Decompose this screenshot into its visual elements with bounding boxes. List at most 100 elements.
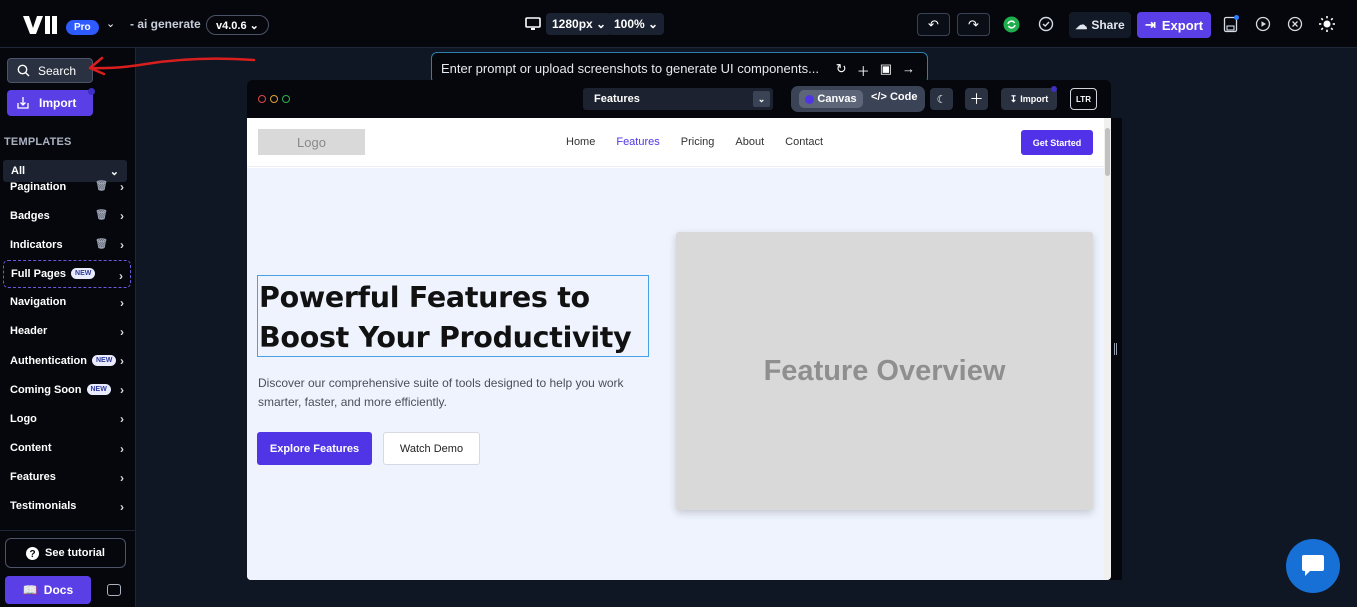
chevron-right-icon: › — [120, 441, 124, 456]
template-item-label: Badges — [10, 209, 50, 222]
nav-link-pricing[interactable]: Pricing — [681, 136, 715, 148]
import-icon: ↧ — [1009, 93, 1018, 104]
scrollbar-thumb[interactable] — [1105, 128, 1110, 176]
nav-link-features[interactable]: Features — [616, 136, 659, 148]
app-logo-icon[interactable] — [22, 14, 60, 36]
hero-title[interactable]: Powerful Features to Boost Your Producti… — [257, 275, 649, 357]
chat-icon[interactable] — [107, 584, 121, 596]
watch-demo-button[interactable]: Watch Demo — [383, 432, 480, 465]
template-item-label: Logo — [10, 412, 37, 425]
canvas-mode-button[interactable]: Canvas — [799, 90, 863, 108]
chevron-right-icon: › — [120, 412, 124, 427]
chevron-right-icon: › — [120, 353, 124, 368]
close-circle-icon[interactable] — [1286, 15, 1304, 33]
trash-icon[interactable]: 🗑 — [95, 239, 108, 250]
import-button[interactable]: Import — [7, 90, 93, 116]
template-item-full-pages[interactable]: Full Pages NEW › — [3, 259, 131, 288]
viewport-select[interactable]: 1280px ⌄ — [546, 13, 613, 35]
dark-mode-button[interactable]: ☾ — [930, 88, 953, 110]
chevron-down-icon: ⌄ — [753, 91, 770, 107]
top-bar: Pro ⌄ - ai generate v4.0.6 ⌄ 1280px ⌄ 10… — [0, 0, 1357, 48]
share-button[interactable]: ☁ Share — [1069, 12, 1131, 38]
search-icon — [17, 64, 30, 77]
template-item-label: Pagination — [10, 180, 67, 193]
template-item-coming-soon[interactable]: Coming Soon NEW › — [0, 375, 136, 404]
export-icon: ⇥ — [1144, 17, 1156, 32]
chevron-right-icon: › — [120, 470, 124, 485]
docs-button[interactable]: 📖 Docs — [5, 576, 91, 604]
template-item-navigation[interactable]: Navigation › — [0, 288, 136, 317]
preview-scrollbar[interactable] — [1104, 118, 1111, 580]
template-item-badges[interactable]: Badges 🗑 › — [0, 201, 136, 230]
arrow-right-icon[interactable]: → — [902, 61, 915, 80]
import-icon — [17, 97, 29, 109]
window-dot-yellow-icon — [270, 95, 278, 103]
see-tutorial-button[interactable]: ? See tutorial — [5, 538, 126, 568]
canvas-import-button[interactable]: ↧ Import — [1001, 88, 1057, 110]
add-button[interactable]: ＋ — [965, 88, 988, 110]
cloud-upload-icon: ☁ — [1075, 18, 1088, 32]
get-started-button[interactable]: Get Started — [1021, 130, 1093, 155]
redo-button[interactable]: ↷ — [957, 13, 990, 36]
template-item-features[interactable]: Features › — [0, 463, 136, 492]
code-mode-button[interactable]: </> Code — [871, 91, 917, 103]
zoom-select[interactable]: 100% ⌄ — [608, 13, 665, 35]
chevron-right-icon: › — [119, 268, 123, 283]
play-icon[interactable] — [1254, 15, 1272, 33]
preview-logo[interactable]: Logo — [258, 129, 365, 155]
explore-features-button[interactable]: Explore Features — [257, 432, 372, 465]
nav-link-contact[interactable]: Contact — [785, 136, 823, 148]
zoom-value: 100% — [614, 17, 645, 31]
monitor-icon[interactable] — [525, 16, 541, 32]
nav-link-home[interactable]: Home — [566, 136, 595, 148]
pro-badge: Pro — [66, 20, 99, 35]
trash-icon[interactable]: 🗑 — [95, 181, 108, 192]
code-mode-label: Code — [889, 91, 918, 103]
template-item-label: Testimonials — [10, 500, 77, 513]
template-list: Pagination 🗑 › Badges 🗑 › Indicators 🗑 ›… — [0, 180, 136, 521]
template-item-label: Indicators — [10, 238, 63, 251]
canvas-toolbar: Features ⌄ Canvas </> Code ☾ ＋ ↧ Import … — [247, 80, 1111, 118]
chevron-right-icon: › — [120, 295, 124, 310]
plus-icon[interactable]: ＋ — [857, 61, 870, 80]
check-circle-icon[interactable] — [1037, 15, 1055, 33]
image-icon[interactable]: ▣ — [880, 61, 892, 80]
trash-icon[interactable]: 🗑 — [95, 210, 108, 221]
undo-icon: ↶ — [928, 16, 939, 32]
new-badge: NEW — [71, 268, 96, 280]
preview-hero: Powerful Features to Boost Your Producti… — [247, 168, 1104, 580]
chat-button[interactable] — [1286, 539, 1340, 593]
history-icon[interactable]: ↻ — [836, 61, 847, 80]
sidebar-divider — [0, 530, 136, 531]
preview-canvas[interactable]: Logo Home Features Pricing About Contact… — [247, 118, 1111, 580]
viewport-value: 1280px — [552, 17, 593, 31]
sun-icon[interactable] — [1318, 15, 1336, 33]
template-item-pagination[interactable]: Pagination 🗑 › — [0, 172, 136, 201]
template-item-logo[interactable]: Logo › — [0, 404, 136, 433]
page-select[interactable]: Features ⌄ — [583, 88, 773, 110]
template-item-testimonials[interactable]: Testimonials › — [0, 492, 136, 521]
template-item-content[interactable]: Content › — [0, 434, 136, 463]
version-badge[interactable]: v4.0.6 ⌄ — [206, 15, 269, 35]
chevron-right-icon: › — [120, 324, 124, 339]
undo-button[interactable]: ↶ — [917, 13, 950, 36]
export-button[interactable]: ⇥ Export — [1137, 12, 1211, 38]
resize-handle[interactable] — [1114, 343, 1117, 355]
save-icon[interactable] — [1222, 15, 1240, 33]
nav-link-about[interactable]: About — [735, 136, 764, 148]
notification-dot — [88, 88, 95, 95]
search-button[interactable]: Search — [7, 58, 93, 83]
chevron-right-icon: › — [120, 499, 124, 514]
feature-overview-image: Feature Overview — [676, 232, 1093, 510]
hero-subtitle-line: Discover our comprehensive suite of tool… — [258, 376, 624, 390]
template-item-authentication[interactable]: Authentication NEW › — [0, 346, 136, 375]
template-item-indicators[interactable]: Indicators 🗑 › — [0, 230, 136, 259]
search-label: Search — [38, 63, 77, 78]
code-icon: </> — [871, 91, 887, 103]
canvas-import-label: Import — [1020, 94, 1049, 104]
notification-dot — [1051, 86, 1057, 92]
chevron-down-icon[interactable]: ⌄ — [106, 17, 115, 30]
sync-icon[interactable] — [1002, 15, 1020, 33]
direction-toggle[interactable]: LTR — [1070, 88, 1097, 110]
template-item-header[interactable]: Header › — [0, 317, 136, 346]
